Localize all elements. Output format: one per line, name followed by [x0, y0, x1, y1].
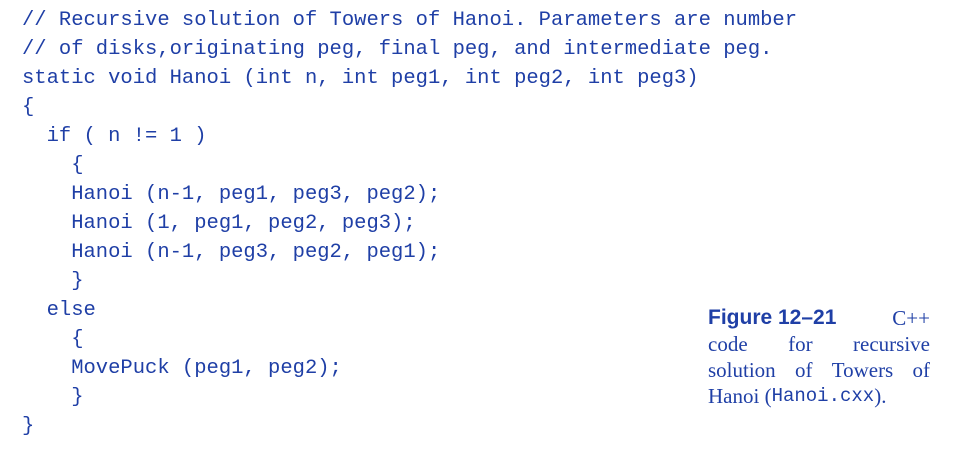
caption-line: Figure 12–21 C++	[708, 305, 930, 331]
code-line: else	[22, 299, 96, 322]
caption-word: solution	[708, 358, 776, 382]
figure-label: Figure 12–21	[708, 306, 837, 329]
code-line: static void Hanoi (int n, int peg1, int …	[22, 67, 699, 90]
code-line: {	[22, 154, 84, 177]
caption-line: Hanoi (Hanoi.cxx).	[708, 383, 930, 409]
code-line: Hanoi (n-1, peg3, peg2, peg1);	[22, 241, 441, 264]
code-line: // Recursive solution of Towers of Hanoi…	[22, 9, 798, 32]
caption-filename: Hanoi.cxx	[771, 385, 875, 407]
code-line: MovePuck (peg1, peg2);	[22, 357, 342, 380]
code-line: Hanoi (n-1, peg1, peg3, peg2);	[22, 183, 441, 206]
caption-word: for	[788, 332, 813, 356]
caption-word: of	[912, 358, 931, 382]
caption-text: Hanoi (	[708, 384, 772, 408]
code-line: // of disks,originating peg, final peg, …	[22, 38, 773, 61]
code-line: {	[22, 96, 35, 119]
caption-word: of	[794, 358, 813, 382]
code-line: }	[22, 415, 35, 438]
code-line: }	[22, 270, 84, 293]
caption-text: ).	[874, 384, 887, 408]
code-line: {	[22, 328, 84, 351]
code-line: }	[22, 386, 84, 409]
code-line: Hanoi (1, peg1, peg2, peg3);	[22, 212, 416, 235]
caption-line: solution of Towers of	[708, 357, 930, 383]
caption-word: C++	[892, 306, 930, 330]
caption-word: Towers	[831, 358, 894, 382]
figure-caption: Figure 12–21 C++ code for recursive solu…	[708, 305, 930, 409]
code-line: if ( n != 1 )	[22, 125, 207, 148]
caption-word: recursive	[853, 332, 930, 356]
caption-line: code for recursive	[708, 331, 930, 357]
code-listing: // Recursive solution of Towers of Hanoi…	[22, 6, 797, 441]
caption-word: code	[708, 332, 748, 356]
